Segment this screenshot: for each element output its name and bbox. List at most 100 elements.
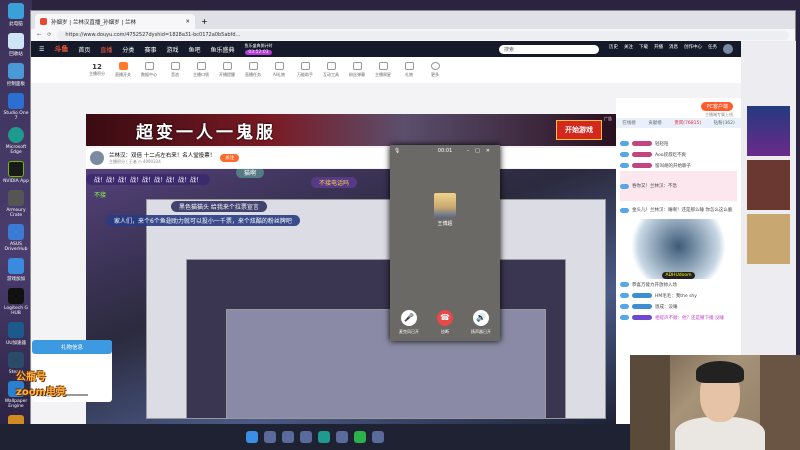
app-icon[interactable] [336, 431, 348, 443]
icon-label: 此电脑 [9, 22, 23, 27]
mic-status-icon: 🎙 [394, 148, 401, 154]
chat-message: 恭喜万能力开放帅入场 [620, 279, 737, 290]
toolbar-item[interactable]: 更多 [424, 62, 446, 78]
window-controls[interactable]: –□✕ [467, 148, 496, 154]
nav-yuba[interactable]: 鱼吧 [188, 45, 200, 54]
event-label: 鱼乐盛典倒计时 [244, 43, 273, 48]
start-stream-button[interactable]: 开播 [654, 44, 663, 54]
game-ad-banner[interactable]: 超变一人一鬼服 开始游戏 广告 [86, 114, 616, 146]
opacity-slider[interactable] [64, 394, 88, 396]
tab-diamond[interactable]: 钻粉(362) [714, 120, 735, 126]
desktop-icon[interactable]: 控制面板 [2, 63, 30, 87]
toolbar-item[interactable]: 直播任务 [242, 62, 264, 78]
room-meta: 主播积分 | 王者 ◷ 4090334 [109, 159, 161, 164]
nav-games[interactable]: 游戏 [166, 45, 178, 54]
streamer-avatar[interactable] [90, 151, 104, 165]
toolbar-item[interactable]: 礼物 [398, 62, 420, 78]
toolbar-item[interactable]: 音浪 [164, 62, 186, 78]
start-game-button[interactable]: 开始游戏 [556, 120, 602, 140]
chat-message: 轻轻陪 [620, 138, 737, 149]
toolbar-item[interactable]: 开播提醒 [216, 62, 238, 78]
site-logo[interactable]: 斗鱼 [54, 44, 68, 54]
hangup-button[interactable]: ☎ 挂断 [437, 310, 453, 335]
search-input[interactable]: 搜索 [499, 44, 599, 54]
tab-title: 孙烟岁 | 兰林汉直播_孙烟岁 | 兰林 [51, 19, 136, 26]
icon-label: 控制面板 [7, 82, 25, 87]
speaker-button[interactable]: 🔊 扬声器已开 [471, 310, 491, 335]
chat-list: 轻轻陪 Aoo叔叔吃不爽 留叫胡的开始聊子 吞你又！兰林汉：不急 金头儿！兰林汉… [620, 138, 737, 323]
close-icon[interactable]: ✕ [185, 19, 190, 25]
gift-panel-title: 礼物信息 [32, 340, 112, 354]
event-timer: 03:52:03 [245, 50, 272, 55]
url-input[interactable]: https://www.douyu.com/4752527dyshid=1828… [57, 30, 789, 40]
reload-icon[interactable]: ⟳ [47, 32, 51, 38]
event-countdown[interactable]: 鱼乐盛典倒计时 03:52:03 [245, 43, 273, 55]
nav-festival[interactable]: 鱼乐盛典 [210, 45, 234, 54]
event-ad[interactable] [747, 106, 790, 156]
call-timer: 00:01 [437, 148, 453, 154]
user-avatar[interactable] [723, 44, 733, 54]
microphone-icon: 🎤 [401, 310, 417, 326]
messages-button[interactable]: 消息 [669, 44, 678, 54]
nav-category[interactable]: 分类 [122, 45, 134, 54]
search-icon[interactable] [264, 431, 276, 443]
toolbar-item[interactable]: AI礼物 [268, 62, 290, 78]
danmaku-message: 家人们，来个6个鱼翅助力就可以投小一千票，来个炫酷的粉丝牌吧 [106, 215, 300, 226]
icon-label: NVIDIA App [3, 179, 29, 184]
desktop-icon[interactable]: UU加速器 [2, 322, 30, 346]
start-icon[interactable] [246, 431, 258, 443]
danmaku-message: 不接电话吗 [311, 177, 358, 188]
nav-live[interactable]: 直播 [100, 45, 112, 54]
browser-tab[interactable]: 孙烟岁 | 兰林汉直播_孙烟岁 | 兰林 ✕ [35, 14, 195, 29]
toolbar-item[interactable]: 主播口袋 [190, 62, 212, 78]
chat-message: 金头儿！兰林汉：睡啊！还是那么睡 你怎么这么脆 [620, 201, 737, 219]
toolbar-item[interactable]: 万能助手 [294, 62, 316, 78]
toolbar-item[interactable]: 互动工具 [320, 62, 342, 78]
toolbar-label: 音浪 [171, 72, 179, 77]
creator-center-button[interactable]: 创作中心 [684, 44, 702, 54]
chat-message: ADHUdoom [620, 219, 737, 279]
desktop-icon[interactable]: 回收站 [2, 33, 30, 57]
pc-client-button[interactable]: PC客户端 [701, 102, 733, 111]
app-icon[interactable] [300, 431, 312, 443]
desktop-icon[interactable]: Microsoft Edge [2, 127, 30, 155]
toolbar-item[interactable]: 主播周星 [372, 62, 394, 78]
nav-esports[interactable]: 赛事 [144, 45, 156, 54]
wechat-icon[interactable] [354, 431, 366, 443]
tab-vip[interactable]: 贵宾(76815) [674, 120, 701, 126]
desktop-icon[interactable]: Armoury Crate [2, 190, 30, 218]
app-icon[interactable] [372, 431, 384, 443]
back-icon[interactable]: ← [37, 32, 41, 38]
desktop-icon[interactable]: 游戏加加 [2, 258, 30, 282]
follow-button[interactable]: 关注 [220, 154, 240, 162]
toolbar-points[interactable]: 12 主播积分 [86, 63, 108, 77]
toolbar-label: 粉丝弹幕 [349, 72, 365, 77]
download-button[interactable]: 下载 [639, 44, 648, 54]
new-tab-button[interactable]: + [201, 17, 208, 26]
toolbar-item[interactable]: 粉丝弹幕 [346, 62, 368, 78]
toolbar-label: 主播周星 [375, 72, 391, 77]
nav-home[interactable]: 首页 [78, 45, 90, 54]
app-icon[interactable] [282, 431, 294, 443]
tab-online[interactable]: 在线榜 [622, 120, 636, 126]
desktop-icon[interactable]: Studio One 7 [2, 93, 30, 121]
event-ad[interactable] [747, 160, 790, 210]
tab-contribution[interactable]: 贡献榜 [648, 120, 662, 126]
follow-list-button[interactable]: 关注 [624, 44, 633, 54]
toolbar-item[interactable]: 数据中心 [138, 62, 160, 78]
menu-icon[interactable]: ☰ [39, 46, 44, 53]
event-ad[interactable] [747, 214, 790, 264]
icon-label: 回收站 [9, 52, 23, 57]
tasks-button[interactable]: 任务 [708, 44, 717, 54]
video-player[interactable]: 战！战！战！战！战！战！战！战！战！ 猫啊 不接电话吗 黑色猫猫头 给我来个拉票… [86, 169, 616, 424]
history-button[interactable]: 历史 [609, 44, 618, 54]
desktop-icon[interactable]: Logitech G HUB [2, 288, 30, 316]
toolbar-item[interactable]: 直播开关 [112, 62, 134, 78]
hangup-label: 挂断 [441, 329, 449, 334]
edge-icon[interactable] [318, 431, 330, 443]
desktop-icon[interactable]: NVIDIA App [2, 161, 30, 184]
points-value: 12 [92, 63, 102, 71]
mic-button[interactable]: 🎤 麦克风已开 [399, 310, 419, 335]
desktop-icon[interactable]: ASUS DriverHub [2, 224, 30, 252]
desktop-icon[interactable]: 此电脑 [2, 3, 30, 27]
